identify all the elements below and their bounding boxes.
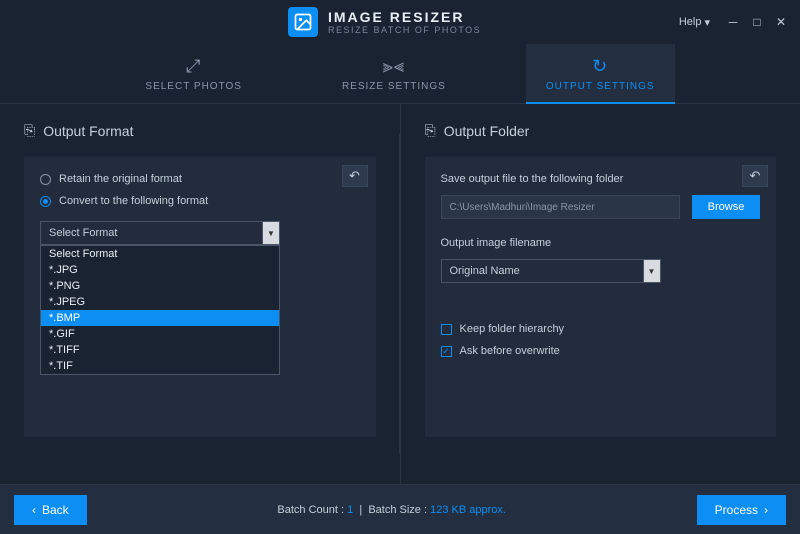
checkbox-ask-overwrite[interactable]: Ask before overwrite <box>441 345 761 357</box>
checkbox-label: Keep folder hierarchy <box>460 323 565 335</box>
chevron-down-icon: ▼ <box>648 267 656 276</box>
app-logo <box>288 7 318 37</box>
radio-convert-format[interactable]: Convert to the following format <box>40 195 360 207</box>
browse-label: Browse <box>708 201 745 213</box>
dropdown-option[interactable]: *.GIF <box>41 326 279 342</box>
batch-status: Batch Count : 1 | Batch Size : 123 KB ap… <box>277 504 506 516</box>
dropdown-option[interactable]: *.BMP <box>41 310 279 326</box>
format-select-arrow[interactable]: ▼ <box>262 221 280 245</box>
dropdown-option[interactable]: *.TIF <box>41 358 279 374</box>
folder-icon: ⎘ <box>425 122 436 139</box>
undo-icon: ↶ <box>349 168 360 184</box>
undo-icon: ↶ <box>750 168 761 184</box>
checkbox-icon <box>441 346 452 357</box>
save-folder-label: Save output file to the following folder <box>441 173 761 185</box>
tab-output-settings[interactable]: ↻ OUTPUT SETTINGS <box>526 44 675 103</box>
dropdown-option[interactable]: *.JPG <box>41 262 279 278</box>
reset-format-button[interactable]: ↶ <box>342 165 368 187</box>
radio-icon <box>40 196 51 207</box>
panel-title: Output Folder <box>444 123 530 139</box>
filename-select-arrow[interactable]: ▼ <box>643 259 661 283</box>
output-path-input[interactable]: C:\Users\Madhuri\Image Resizer <box>441 195 681 219</box>
chevron-left-icon: ‹ <box>32 503 36 517</box>
close-button[interactable]: ✕ <box>770 13 792 31</box>
chevron-right-icon: › <box>764 503 768 517</box>
select-value: Select Format <box>49 227 117 239</box>
tab-label: OUTPUT SETTINGS <box>546 81 655 92</box>
radio-icon <box>40 174 51 185</box>
format-select[interactable]: Select Format <box>40 221 280 245</box>
checkbox-keep-hierarchy[interactable]: Keep folder hierarchy <box>441 323 761 335</box>
process-button[interactable]: Process › <box>697 495 786 525</box>
app-title: IMAGE RESIZER <box>328 9 481 25</box>
resize-icon: ⫸⫷ <box>383 56 405 77</box>
app-subtitle: RESIZE BATCH OF PHOTOS <box>328 25 481 35</box>
back-label: Back <box>42 503 69 517</box>
help-label: Help <box>679 16 702 28</box>
radio-label: Retain the original format <box>59 173 182 185</box>
tab-select-photos[interactable]: ⤢ SELECT PHOTOS <box>125 44 262 103</box>
path-value: C:\Users\Madhuri\Image Resizer <box>450 202 595 213</box>
tab-label: RESIZE SETTINGS <box>342 81 446 92</box>
browse-button[interactable]: Browse <box>692 195 760 219</box>
process-label: Process <box>715 503 758 517</box>
chevron-down-icon: ▾ <box>704 16 710 29</box>
reset-folder-button[interactable]: ↶ <box>742 165 768 187</box>
radio-label: Convert to the following format <box>59 195 208 207</box>
select-value: Original Name <box>450 265 520 277</box>
dropdown-option[interactable]: *.PNG <box>41 278 279 294</box>
dropdown-option[interactable]: Select Format <box>41 246 279 262</box>
dropdown-option[interactable]: *.TIFF <box>41 342 279 358</box>
tab-label: SELECT PHOTOS <box>145 81 242 92</box>
panel-title: Output Format <box>43 123 133 139</box>
filename-select[interactable]: Original Name <box>441 259 661 283</box>
expand-icon: ⤢ <box>186 56 201 77</box>
format-dropdown: Select Format*.JPG*.PNG*.JPEG*.BMP*.GIF*… <box>40 245 280 375</box>
back-button[interactable]: ‹ Back <box>14 495 87 525</box>
tab-resize-settings[interactable]: ⫸⫷ RESIZE SETTINGS <box>322 44 466 103</box>
dropdown-option[interactable]: *.JPEG <box>41 294 279 310</box>
help-link[interactable]: Help ▾ <box>679 16 710 29</box>
chevron-down-icon: ▼ <box>267 229 275 238</box>
checkbox-icon <box>441 324 452 335</box>
maximize-button[interactable]: □ <box>746 13 768 31</box>
minimize-button[interactable]: ─ <box>722 13 744 31</box>
checkbox-label: Ask before overwrite <box>460 345 560 357</box>
refresh-icon: ↻ <box>592 56 608 77</box>
format-icon: ⎘ <box>24 122 35 139</box>
radio-retain-original[interactable]: Retain the original format <box>40 173 360 185</box>
filename-label: Output image filename <box>441 237 761 249</box>
